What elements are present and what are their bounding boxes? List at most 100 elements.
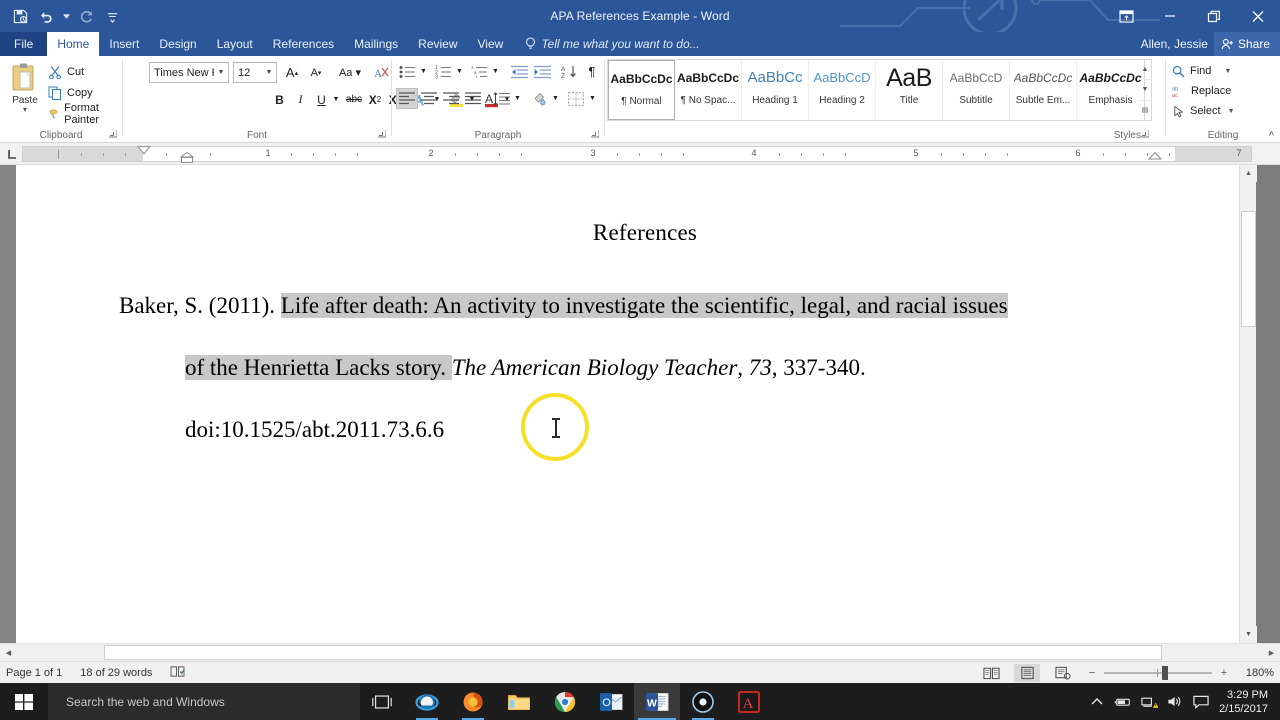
style-subtitle[interactable]: AaBbCcD Subtitle <box>943 60 1010 120</box>
styles-dialog-launcher[interactable] <box>1141 130 1151 140</box>
user-name[interactable]: Allen, Jessie <box>1141 37 1208 51</box>
styles-scroll-up-icon[interactable]: ▲ <box>1139 60 1151 81</box>
line-spacing-dropdown-icon[interactable]: ▼ <box>512 88 523 109</box>
tab-file[interactable]: File <box>0 32 48 56</box>
align-center-icon[interactable] <box>418 88 440 109</box>
numbering-icon[interactable]: 123 <box>432 61 454 82</box>
shading-dropdown-icon[interactable]: ▼ <box>550 88 561 109</box>
scroll-up-icon[interactable]: ▲ <box>1240 165 1257 182</box>
right-indent-marker[interactable] <box>1148 152 1162 160</box>
word-icon[interactable]: W <box>634 683 680 720</box>
tab-design[interactable]: Design <box>149 32 206 56</box>
numbering-dropdown-icon[interactable]: ▼ <box>454 61 465 82</box>
tab-stop-selector[interactable] <box>4 146 20 162</box>
tab-view[interactable]: View <box>468 32 514 56</box>
read-mode-icon[interactable] <box>978 664 1004 682</box>
tab-mailings[interactable]: Mailings <box>344 32 408 56</box>
style-title[interactable]: AaB Title <box>876 60 943 120</box>
underline-dropdown-icon[interactable]: ▼ <box>330 89 342 110</box>
font-dialog-launcher[interactable] <box>378 130 388 140</box>
show-formatting-marks-icon[interactable]: ¶ <box>582 61 602 82</box>
styles-more-icon[interactable]: ▤ <box>1139 101 1151 120</box>
outlook-icon[interactable]: O <box>588 683 634 720</box>
borders-icon[interactable] <box>565 88 587 109</box>
line-spacing-icon[interactable] <box>490 88 512 109</box>
horizontal-ruler[interactable]: 1 2 3 4 5 6 7 <box>22 146 1252 163</box>
adobe-reader-icon[interactable]: A <box>726 683 772 720</box>
action-center-icon[interactable] <box>1189 683 1213 720</box>
font-size-dropdown-icon[interactable]: ▼ <box>262 69 276 76</box>
internet-explorer-icon[interactable] <box>404 683 450 720</box>
battery-icon[interactable] <box>1111 683 1135 720</box>
find-button[interactable]: Find ▼ <box>1172 61 1231 81</box>
styles-scroll-down-icon[interactable]: ▼ <box>1139 80 1151 101</box>
font-name-dropdown-icon[interactable]: ▼ <box>214 69 228 76</box>
windows-start-icon[interactable] <box>0 683 48 720</box>
underline-icon[interactable]: U <box>311 89 332 110</box>
grow-font-icon[interactable]: A ▴ <box>281 62 303 83</box>
zoom-level[interactable]: 180% <box>1240 667 1274 679</box>
style-no-spacing[interactable]: AaBbCcDc ¶ No Spac... <box>675 60 742 120</box>
borders-dropdown-icon[interactable]: ▼ <box>587 88 598 109</box>
chrome-icon[interactable] <box>542 683 588 720</box>
paragraph-dialog-launcher[interactable] <box>591 130 601 140</box>
increase-indent-icon[interactable] <box>531 61 553 82</box>
tab-insert[interactable]: Insert <box>99 32 149 56</box>
zoom-in-button[interactable]: + <box>1218 667 1230 679</box>
close-icon[interactable] <box>1236 0 1280 32</box>
style-heading-1[interactable]: AaBbCc Heading 1 <box>742 60 809 120</box>
vertical-scrollbar[interactable]: ▲ ▼ <box>1239 165 1257 643</box>
tab-home[interactable]: Home <box>47 32 100 56</box>
style-subtle-emphasis[interactable]: AaBbCcDc Subtle Em... <box>1010 60 1077 120</box>
zoom-slider[interactable]: − + <box>1086 665 1230 680</box>
firefox-icon[interactable] <box>450 683 496 720</box>
tab-review[interactable]: Review <box>408 32 467 56</box>
copy-button[interactable]: Copy <box>48 83 93 102</box>
page-indicator[interactable]: Page 1 of 1 <box>6 667 62 679</box>
document-page[interactable]: References Baker, S. (2011). Life after … <box>16 165 1257 643</box>
share-button[interactable]: Share <box>1213 32 1280 56</box>
find-dropdown-icon[interactable]: ▼ <box>1224 68 1231 75</box>
strikethrough-icon[interactable]: abc <box>343 89 365 110</box>
horizontal-scrollbar[interactable]: ◀ ▶ <box>0 643 1280 661</box>
ribbon-display-options-icon[interactable] <box>1104 0 1148 32</box>
multilevel-dropdown-icon[interactable]: ▼ <box>490 61 501 82</box>
multilevel-list-icon[interactable]: 1ai <box>468 61 490 82</box>
proofing-errors-icon[interactable] <box>170 665 185 681</box>
minimize-icon[interactable] <box>1148 0 1192 32</box>
restore-icon[interactable] <box>1192 0 1236 32</box>
first-line-indent-marker[interactable] <box>137 146 151 155</box>
volume-icon[interactable] <box>1163 683 1187 720</box>
search-input[interactable]: Search the web and Windows <box>48 683 360 720</box>
bullets-icon[interactable] <box>396 61 418 82</box>
style-heading-2[interactable]: AaBbCcD Heading 2 <box>809 60 876 120</box>
align-right-icon[interactable] <box>440 88 462 109</box>
format-painter-button[interactable]: Format Painter <box>48 102 122 126</box>
decrease-indent-icon[interactable] <box>508 61 530 82</box>
web-layout-icon[interactable] <box>1050 664 1076 682</box>
vertical-scroll-thumb[interactable] <box>1241 211 1256 327</box>
align-left-icon[interactable] <box>396 88 418 109</box>
justify-icon[interactable] <box>462 88 484 109</box>
clipboard-dialog-launcher[interactable] <box>109 130 119 140</box>
shrink-font-icon[interactable]: A ▾ <box>305 62 327 83</box>
scroll-left-icon[interactable]: ◀ <box>0 644 17 661</box>
file-explorer-icon[interactable] <box>496 683 542 720</box>
network-warning-icon[interactable] <box>1137 683 1161 720</box>
bullets-dropdown-icon[interactable]: ▼ <box>418 61 429 82</box>
tab-layout[interactable]: Layout <box>207 32 263 56</box>
clear-formatting-icon[interactable]: A <box>371 62 393 83</box>
shading-icon[interactable] <box>528 88 550 109</box>
document-body[interactable]: References Baker, S. (2011). Life after … <box>119 220 1175 461</box>
select-dropdown-icon[interactable]: ▼ <box>1228 108 1235 115</box>
style-emphasis[interactable]: AaBbCcDc Emphasis <box>1077 60 1144 120</box>
scroll-down-icon[interactable]: ▼ <box>1240 626 1257 643</box>
media-player-icon[interactable] <box>680 683 726 720</box>
styles-gallery-scroll[interactable]: ▲ ▼ ▤ <box>1139 59 1152 121</box>
tab-references[interactable]: References <box>263 32 344 56</box>
task-view-icon[interactable] <box>360 683 404 720</box>
change-case-icon[interactable]: Aa ▾ <box>333 62 367 83</box>
paste-button[interactable]: Paste ▾ <box>4 60 46 122</box>
zoom-out-button[interactable]: − <box>1086 667 1098 679</box>
font-name-combo[interactable]: Times New Ro ▼ <box>149 62 229 83</box>
